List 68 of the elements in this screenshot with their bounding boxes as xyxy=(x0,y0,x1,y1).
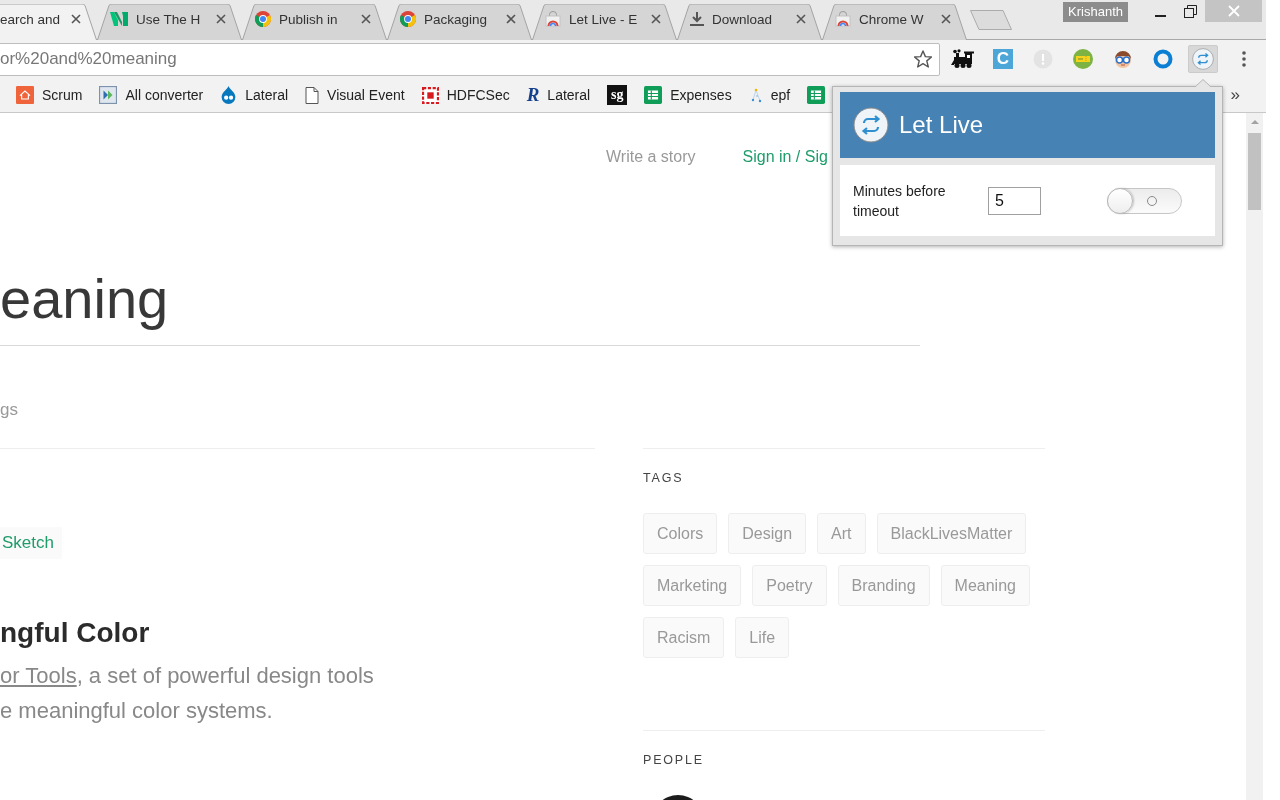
shopping-bag-icon xyxy=(835,11,851,27)
toggle-switch[interactable] xyxy=(1107,187,1182,214)
bookmark[interactable]: sg xyxy=(607,83,628,107)
bookmark-star-button[interactable] xyxy=(911,47,935,71)
close-icon xyxy=(506,14,516,24)
star-icon xyxy=(914,50,932,68)
caret-up-icon xyxy=(1250,119,1259,124)
restore-icon xyxy=(1183,4,1197,18)
bookmark[interactable] xyxy=(807,83,826,107)
close-icon xyxy=(1227,5,1240,17)
ticket-icon xyxy=(1073,49,1093,69)
loop-arrows-icon xyxy=(853,107,889,143)
bookmark[interactable]: HDFCSec xyxy=(421,83,510,107)
bookmarks-overflow-button[interactable]: » xyxy=(1230,85,1240,105)
browser-tab[interactable]: Download xyxy=(677,4,822,40)
favicon-letter: R xyxy=(526,85,540,105)
bookmark[interactable]: All converter xyxy=(99,83,204,107)
close-icon xyxy=(71,14,81,24)
scrollbar-thumb[interactable] xyxy=(1248,133,1261,210)
timeout-input[interactable]: 5 xyxy=(988,186,1041,215)
close-icon xyxy=(216,14,226,24)
spreadsheet-icon xyxy=(807,86,826,104)
text-link[interactable]: or Tools xyxy=(0,663,77,688)
popup-title: Let Live xyxy=(899,111,984,139)
locomotive-icon xyxy=(951,49,975,69)
house-tile-icon xyxy=(16,86,34,104)
bookmark[interactable]: Lateral xyxy=(220,83,289,107)
browser-tab[interactable]: earch and xyxy=(0,4,97,40)
bookmark[interactable]: R Lateral xyxy=(526,83,591,107)
bookmark[interactable]: epf xyxy=(748,83,791,107)
minimize-icon xyxy=(1154,15,1166,17)
header-link[interactable]: Sign in / Sig xyxy=(742,147,828,167)
alert-icon xyxy=(1033,49,1053,69)
browser-tab[interactable]: Publish in xyxy=(242,4,387,40)
browser-tab[interactable]: Use The H xyxy=(97,4,242,40)
scrollbar[interactable] xyxy=(1246,113,1263,800)
browser-tab[interactable]: Let Live - E xyxy=(532,4,677,40)
browser-tab[interactable]: Chrome W xyxy=(822,4,967,40)
drop-icon xyxy=(220,86,238,104)
bookmark[interactable]: Expenses xyxy=(644,83,732,107)
bookmark[interactable]: Visual Event xyxy=(305,83,405,107)
loop-arrows-icon xyxy=(1192,48,1214,70)
story-title[interactable]: ngful Color xyxy=(0,615,150,651)
section-heading: PEOPLE xyxy=(643,752,704,768)
framed-square-icon xyxy=(421,86,439,104)
close-icon xyxy=(941,14,951,24)
ring-icon xyxy=(1153,49,1173,69)
browser-tab[interactable]: Packaging xyxy=(387,4,532,40)
bookmark[interactable]: Scrum xyxy=(16,83,83,107)
menu-icon xyxy=(1242,51,1246,67)
close-icon xyxy=(651,14,661,24)
close-icon xyxy=(361,14,371,24)
section-heading: TAGS xyxy=(643,470,684,486)
browser-logo-icon xyxy=(400,11,416,27)
page-icon xyxy=(305,86,320,104)
download-icon xyxy=(690,11,704,27)
article-title: eaning xyxy=(0,267,169,331)
browser-logo-icon xyxy=(255,11,271,27)
close-icon xyxy=(796,14,806,24)
cartoon-face-icon xyxy=(1113,49,1133,69)
logo-icon xyxy=(110,11,128,27)
section-label: gs xyxy=(0,400,18,420)
spreadsheet-icon xyxy=(644,86,663,104)
field-label: Minutes before timeout xyxy=(853,181,947,221)
chevron-tile-icon xyxy=(99,86,118,104)
shopping-bag-icon xyxy=(545,11,561,27)
story-excerpt: or Tools, a set of powerful design tools e meaningful color systems. xyxy=(0,662,374,725)
address-field[interactable]: or%20and%20meaning xyxy=(0,42,940,76)
